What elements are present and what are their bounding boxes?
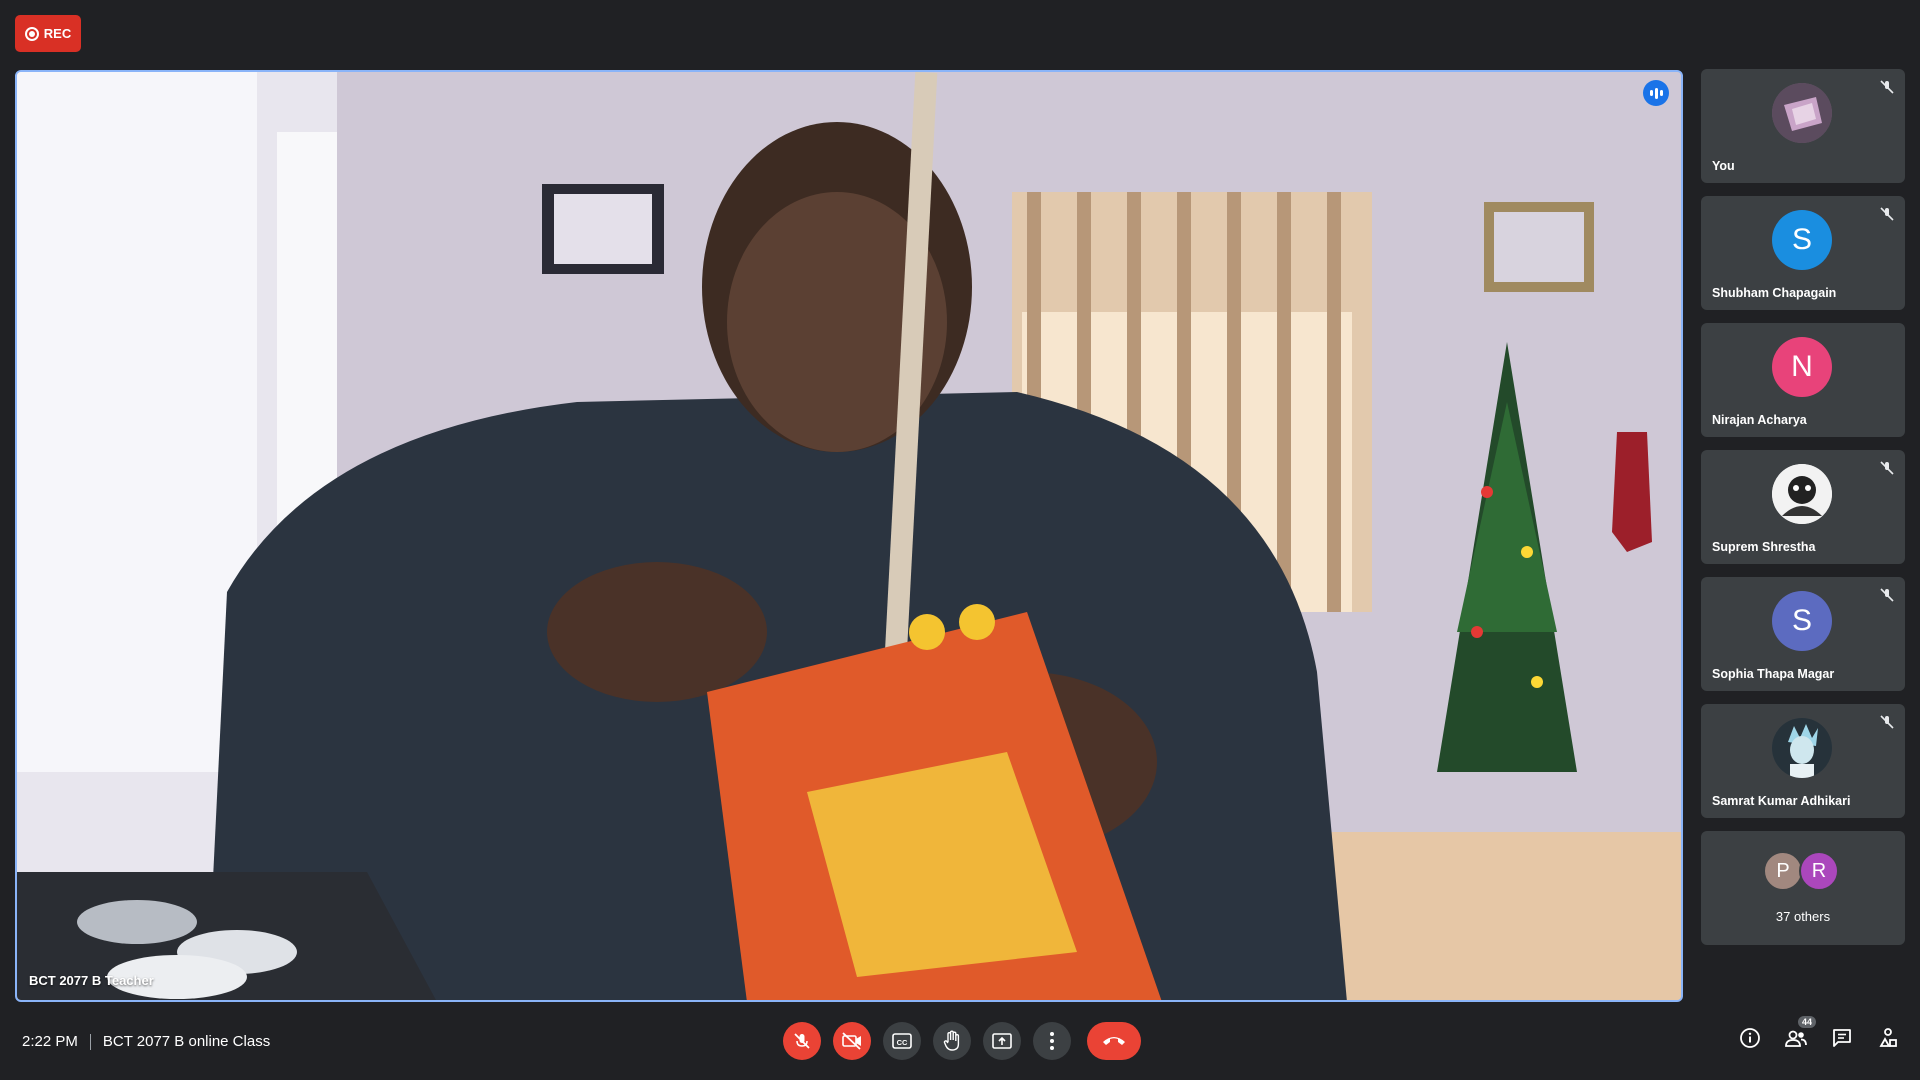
recording-label: REC [43,26,72,41]
speaking-indicator-icon [1643,80,1669,106]
others-tile[interactable]: P R 37 others [1701,831,1905,945]
avatar: S [1772,591,1832,651]
participant-name: You [1712,159,1735,173]
mic-off-icon [1880,207,1894,221]
people-icon [1785,1030,1807,1047]
present-screen-button[interactable] [983,1022,1021,1060]
captions-button[interactable]: CC [883,1022,921,1060]
avatar: N [1772,337,1832,397]
mic-toggle-button[interactable] [783,1022,821,1060]
others-avatars: P R [1701,851,1905,891]
raise-hand-button[interactable] [933,1022,971,1060]
avatar [1772,464,1832,524]
info-icon [1740,1028,1760,1048]
others-count-label: 37 others [1775,909,1831,924]
activities-icon [1879,1028,1897,1047]
participant-name: Shubham Chapagain [1712,286,1837,300]
meeting-info: 2:22 PM BCT 2077 B online Class [22,1033,270,1050]
chat-button[interactable] [1830,1026,1854,1050]
side-controls: 44 [1738,1016,1900,1050]
participant-tile[interactable]: You [1701,69,1905,183]
chat-icon [1833,1029,1851,1047]
video-frame-image [17,72,1681,1000]
avatar: R [1799,851,1839,891]
recording-icon [24,26,39,41]
participant-tile[interactable]: S Sophia Thapa Magar [1701,577,1905,691]
leave-call-button[interactable] [1087,1022,1141,1060]
more-options-icon [1050,1032,1054,1050]
mic-off-icon [1880,588,1894,602]
meeting-time: 2:22 PM [22,1033,78,1050]
camera-toggle-button[interactable] [833,1022,871,1060]
main-video-feed[interactable]: BCT 2077 B Teacher [15,70,1683,1002]
participant-tile[interactable]: Samrat Kumar Adhikari [1701,704,1905,818]
recording-badge: REC [15,15,81,52]
captions-icon: CC [892,1033,912,1049]
mic-off-icon [1880,80,1894,94]
meeting-details-button[interactable] [1738,1026,1762,1050]
meeting-title[interactable]: BCT 2077 B online Class [103,1033,270,1050]
avatar [1772,83,1832,143]
present-screen-icon [992,1033,1012,1049]
participant-name: Sophia Thapa Magar [1712,667,1835,681]
mic-off-icon [1880,715,1894,729]
avatar [1772,718,1832,778]
activities-button[interactable] [1876,1026,1900,1050]
mic-off-icon [794,1033,810,1049]
mic-off-icon [1880,461,1894,475]
people-count-badge: 44 [1797,1016,1816,1028]
raise-hand-icon [943,1030,960,1051]
avatar: P [1763,851,1803,891]
participant-tiles: You S Shubham Chapagain N Nirajan Achary… [1701,69,1905,958]
participant-name: Nirajan Acharya [1712,413,1807,427]
more-options-button[interactable] [1033,1022,1071,1060]
participant-tile[interactable]: N Nirajan Acharya [1701,323,1905,437]
participant-name: Suprem Shrestha [1712,540,1816,554]
participant-name: Samrat Kumar Adhikari [1712,794,1851,808]
participant-tile[interactable]: Suprem Shrestha [1701,450,1905,564]
avatar: S [1772,210,1832,270]
hang-up-icon [1103,1037,1125,1045]
camera-off-icon [842,1032,861,1050]
participant-tile[interactable]: S Shubham Chapagain [1701,196,1905,310]
people-button[interactable]: 44 [1784,1016,1816,1050]
divider [89,1033,91,1050]
main-participant-name: BCT 2077 B Teacher [29,973,154,988]
svg-text:CC: CC [897,1038,908,1047]
call-controls: CC [783,1022,1141,1060]
